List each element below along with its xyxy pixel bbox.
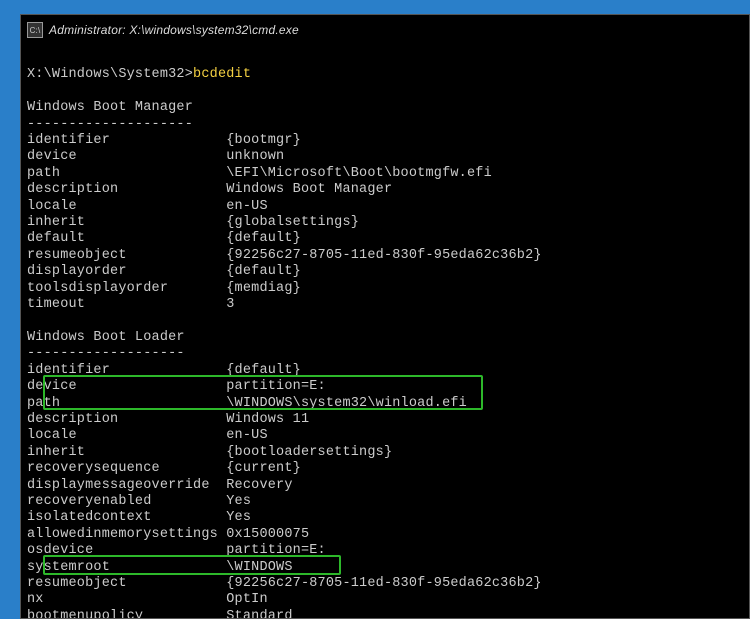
row-key: bootmenupolicy: [27, 609, 226, 619]
row-key: path: [27, 166, 226, 182]
row-key: timeout: [27, 297, 226, 313]
row-key: default: [27, 231, 226, 247]
row-value: Yes: [226, 494, 251, 509]
row-value: {globalsettings}: [226, 215, 359, 230]
row-value: {bootmgr}: [226, 133, 301, 148]
row-value: 0x15000075: [226, 527, 309, 542]
row-key: inherit: [27, 445, 226, 461]
row-key: recoverysequence: [27, 461, 226, 477]
row-key: recoveryenabled: [27, 494, 226, 510]
row-key: device: [27, 149, 226, 165]
row-value: \WINDOWS: [226, 560, 292, 575]
row-value: {default}: [226, 264, 301, 279]
row-value: Windows 11: [226, 412, 309, 427]
row-key: locale: [27, 199, 226, 215]
row-key: inherit: [27, 215, 226, 231]
section-title: Windows Boot Loader: [27, 330, 185, 345]
row-key: displaymessageoverride: [27, 478, 226, 494]
row-key: osdevice: [27, 543, 226, 559]
row-key: description: [27, 182, 226, 198]
row-value: {92256c27-8705-11ed-830f-95eda62c36b2}: [226, 248, 541, 263]
cmd-icon: C:\: [27, 22, 43, 38]
row-value: OptIn: [226, 592, 268, 607]
section-title: Windows Boot Manager: [27, 100, 193, 115]
section-underline: -------------------: [27, 346, 185, 361]
row-key: isolatedcontext: [27, 510, 226, 526]
row-key: allowedinmemorysettings: [27, 527, 226, 543]
row-value: Yes: [226, 510, 251, 525]
row-value: en-US: [226, 428, 268, 443]
row-value: partition=E:: [226, 543, 326, 558]
prompt-gt: >: [185, 67, 193, 82]
row-key: device: [27, 379, 226, 395]
row-key: displayorder: [27, 264, 226, 280]
prompt-path: X:\Windows\System32: [27, 67, 185, 82]
row-value: partition=E:: [226, 379, 326, 394]
row-value: Windows Boot Manager: [226, 182, 392, 197]
row-key: path: [27, 396, 226, 412]
row-value: unknown: [226, 149, 284, 164]
row-value: {default}: [226, 363, 301, 378]
prompt-command: bcdedit: [193, 67, 251, 82]
cmd-window: C:\ Administrator: X:\windows\system32\c…: [20, 14, 750, 619]
row-key: identifier: [27, 133, 226, 149]
row-key: locale: [27, 428, 226, 444]
row-key: resumeobject: [27, 576, 226, 592]
row-value: Recovery: [226, 478, 292, 493]
row-key: description: [27, 412, 226, 428]
row-key: toolsdisplayorder: [27, 281, 226, 297]
row-value: \EFI\Microsoft\Boot\bootmgfw.efi: [226, 166, 492, 181]
row-value: {bootloadersettings}: [226, 445, 392, 460]
row-value: 3: [226, 297, 234, 312]
row-value: en-US: [226, 199, 268, 214]
row-key: identifier: [27, 363, 226, 379]
row-value: {current}: [226, 461, 301, 476]
window-title: Administrator: X:\windows\system32\cmd.e…: [49, 23, 299, 37]
row-value: {92256c27-8705-11ed-830f-95eda62c36b2}: [226, 576, 541, 591]
row-key: nx: [27, 592, 226, 608]
row-key: systemroot: [27, 560, 226, 576]
row-value: Standard: [226, 609, 292, 619]
section-underline: --------------------: [27, 117, 193, 132]
row-value: \WINDOWS\system32\winload.efi: [226, 396, 467, 411]
row-value: {default}: [226, 231, 301, 246]
terminal-output[interactable]: X:\Windows\System32>bcdedit Windows Boot…: [21, 45, 749, 619]
row-value: {memdiag}: [226, 281, 301, 296]
row-key: resumeobject: [27, 248, 226, 264]
titlebar[interactable]: C:\ Administrator: X:\windows\system32\c…: [21, 15, 749, 45]
